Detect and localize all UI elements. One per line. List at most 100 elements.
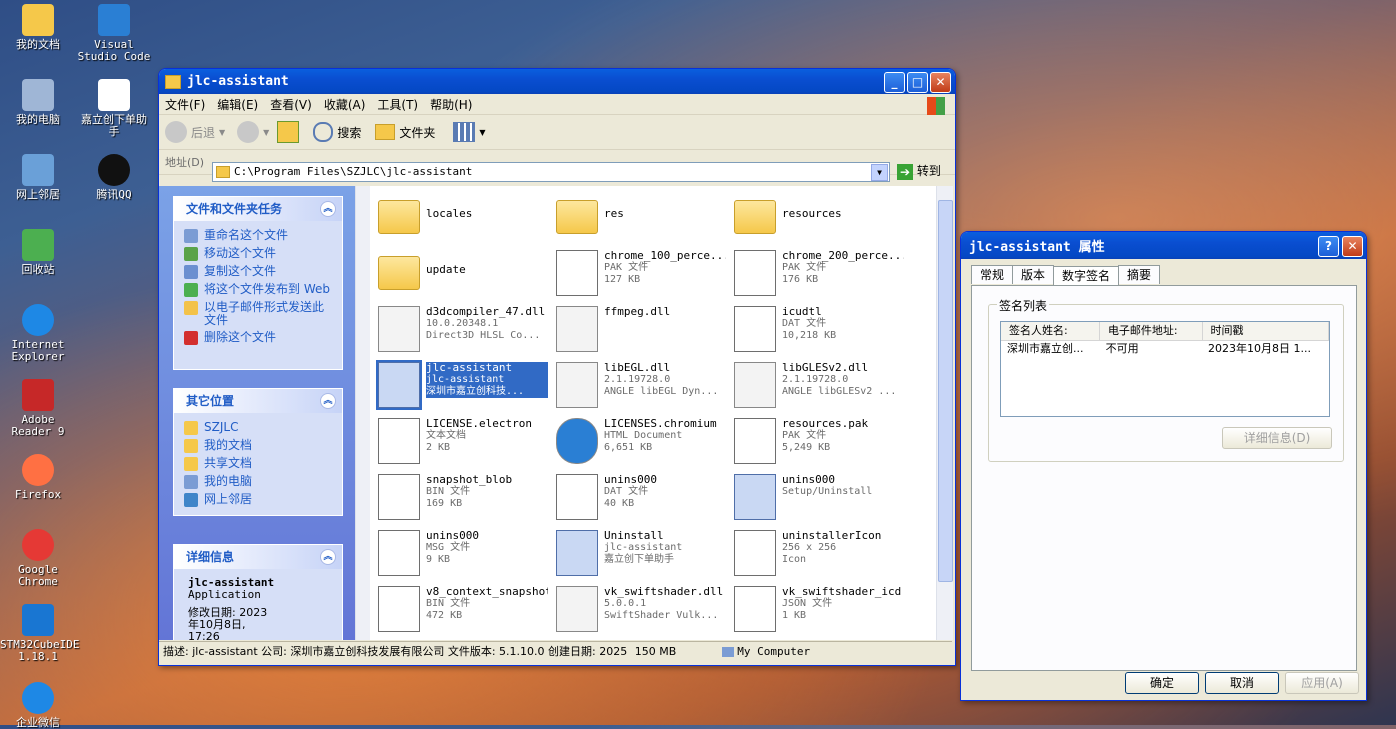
menu-item-3[interactable]: 收藏(A) bbox=[318, 96, 372, 113]
desktop-icon-firefox[interactable]: Firefox bbox=[0, 454, 76, 501]
tab-0[interactable]: 常规 bbox=[971, 265, 1014, 284]
file-item[interactable]: LICENSES.chromium HTML Document 6,651 KB bbox=[552, 412, 730, 464]
menu-item-1[interactable]: 编辑(E) bbox=[211, 96, 264, 113]
file-item[interactable]: res bbox=[552, 188, 730, 240]
scroll-thumb[interactable] bbox=[938, 200, 953, 582]
place-link-3[interactable]: 我的电脑 bbox=[174, 473, 342, 491]
ok-button[interactable]: 确定 bbox=[1125, 672, 1199, 694]
task-link-3[interactable]: 将这个文件发布到 Web bbox=[174, 281, 342, 299]
desktop-icon-vscode[interactable]: Visual Studio Code bbox=[76, 4, 152, 63]
forward-dropdown-icon[interactable]: ▼ bbox=[263, 128, 269, 137]
file-item[interactable]: icudtl DAT 文件 10,218 KB bbox=[730, 300, 908, 352]
file-item[interactable]: vk_swiftshader.dll 5.0.0.1 SwiftShader Vul… bbox=[552, 580, 730, 632]
task-link-0[interactable]: 重命名这个文件 bbox=[174, 227, 342, 245]
apply-button[interactable]: 应用(A) bbox=[1285, 672, 1359, 694]
back-dropdown-icon[interactable]: ▼ bbox=[219, 128, 225, 137]
properties-title-bar[interactable]: jlc-assistant 属性 ? ✕ bbox=[961, 232, 1366, 259]
folders-icon[interactable] bbox=[375, 124, 396, 140]
tab-1[interactable]: 版本 bbox=[1012, 265, 1055, 284]
desktop-icon-stm32cubeide[interactable]: STM32CubeIDE 1.18.1 bbox=[0, 604, 79, 663]
desktop-icon-wecom[interactable]: 企业微信 bbox=[0, 682, 76, 729]
desktop-icon-qq[interactable]: 腾讯QQ bbox=[76, 154, 152, 201]
task-link-2[interactable]: 复制这个文件 bbox=[174, 263, 342, 281]
signature-details-button[interactable]: 详细信息(D) bbox=[1222, 427, 1332, 449]
desktop-icon-internet-explorer[interactable]: Internet Explorer bbox=[0, 304, 76, 363]
file-item[interactable]: update bbox=[374, 244, 552, 296]
column-header[interactable]: 电子邮件地址: bbox=[1100, 322, 1203, 340]
search-button[interactable]: 搜索 bbox=[337, 124, 361, 141]
task-link-4[interactable]: 以电子邮件形式发送此文件 bbox=[174, 299, 342, 329]
file-item[interactable]: d3dcompiler_47.dll 10.0.20348.1 Direct3D H… bbox=[374, 300, 552, 352]
file-item[interactable]: unins000 MSG 文件 9 KB bbox=[374, 524, 552, 576]
menu-item-2[interactable]: 查看(V) bbox=[264, 96, 318, 113]
signature-list[interactable]: 签名人姓名: 电子邮件地址: 时间戳 深圳市嘉立创... 不可用 2023年10月8日 … bbox=[1000, 321, 1330, 417]
file-item[interactable]: resources bbox=[730, 188, 908, 240]
minimize-button[interactable]: _ bbox=[884, 72, 905, 93]
up-folder-icon[interactable] bbox=[277, 121, 300, 143]
task-pane-scrollbar[interactable] bbox=[355, 186, 370, 640]
file-item[interactable]: unins000 DAT 文件 40 KB bbox=[552, 468, 730, 520]
desktop-icon-my-computer[interactable]: 我的电脑 bbox=[0, 79, 76, 126]
explorer-title-bar[interactable]: jlc-assistant _ □ ✕ bbox=[159, 69, 955, 94]
address-dropdown-icon[interactable]: ▼ bbox=[871, 164, 888, 181]
maximize-button[interactable]: □ bbox=[907, 72, 928, 93]
details-header[interactable]: 详细信息 ︽ bbox=[174, 545, 342, 569]
file-item[interactable]: libGLESv2.dll 2.1.19728.0 ANGLE libGLESv2 … bbox=[730, 356, 908, 408]
folders-button[interactable]: 文件夹 bbox=[399, 124, 435, 141]
menu-item-4[interactable]: 工具(T) bbox=[371, 96, 424, 113]
file-item[interactable]: Uninstall jlc-assistant 嘉立创下单助手 bbox=[552, 524, 730, 576]
file-item[interactable]: chrome_100_perce... PAK 文件 127 KB bbox=[552, 244, 730, 296]
views-dropdown-icon[interactable]: ▼ bbox=[479, 128, 485, 137]
cancel-button[interactable]: 取消 bbox=[1205, 672, 1279, 694]
file-item[interactable]: uninstallerIcon 256 x 256 Icon bbox=[730, 524, 908, 576]
desktop-icon-recycle-bin[interactable]: 回收站 bbox=[0, 229, 76, 276]
back-arrow-icon[interactable] bbox=[165, 121, 187, 143]
desktop-icon-jlc-assistant-shortcut[interactable]: 嘉立创下单助手 bbox=[76, 79, 152, 138]
collapse-chevron-icon[interactable]: ︽ bbox=[320, 549, 336, 565]
application-icon bbox=[556, 530, 598, 576]
file-item[interactable]: jlc-assistant jlc-assistant 深圳市嘉立创科技... bbox=[374, 356, 552, 410]
file-name: resources.pak bbox=[782, 418, 869, 430]
search-icon[interactable] bbox=[313, 122, 334, 142]
go-button[interactable]: ➔ 转到 bbox=[897, 162, 941, 180]
file-item[interactable]: chrome_200_perce... PAK 文件 176 KB bbox=[730, 244, 908, 296]
file-list-scrollbar[interactable] bbox=[936, 186, 953, 640]
menu-item-0[interactable]: 文件(F) bbox=[159, 96, 211, 113]
file-item[interactable]: snapshot_blob BIN 文件 169 KB bbox=[374, 468, 552, 520]
tab-2[interactable]: 数字签名 bbox=[1053, 266, 1120, 287]
desktop-icon-google-chrome[interactable]: Google Chrome bbox=[0, 529, 76, 588]
file-item[interactable]: locales bbox=[374, 188, 552, 240]
place-link-4[interactable]: 网上邻居 bbox=[174, 491, 342, 509]
place-link-2[interactable]: 共享文档 bbox=[174, 455, 342, 473]
views-icon[interactable] bbox=[453, 122, 476, 142]
menu-item-5[interactable]: 帮助(H) bbox=[424, 96, 478, 113]
file-item[interactable]: ffmpeg.dll bbox=[552, 300, 730, 352]
file-tasks-header[interactable]: 文件和文件夹任务 ︽ bbox=[174, 197, 342, 221]
address-input[interactable]: C:\Program Files\SZJLC\jlc-assistant ▼ bbox=[212, 162, 890, 182]
tab-3[interactable]: 摘要 bbox=[1118, 265, 1161, 284]
column-header[interactable]: 时间戳 bbox=[1203, 322, 1330, 340]
collapse-chevron-icon[interactable]: ︽ bbox=[320, 393, 336, 409]
properties-close-button[interactable]: ✕ bbox=[1342, 236, 1363, 257]
back-button[interactable]: 后退 bbox=[191, 124, 215, 141]
place-link-1[interactable]: 我的文档 bbox=[174, 437, 342, 455]
file-item[interactable]: libEGL.dll 2.1.19728.0 ANGLE libEGL Dyn... bbox=[552, 356, 730, 408]
signature-row[interactable]: 深圳市嘉立创... 不可用 2023年10月8日 1... bbox=[1001, 341, 1329, 357]
task-link-5[interactable]: 删除这个文件 bbox=[174, 329, 342, 347]
other-places-header[interactable]: 其它位置 ︽ bbox=[174, 389, 342, 413]
file-item[interactable]: v8_context_snapshot BIN 文件 472 KB bbox=[374, 580, 552, 632]
desktop-icon-adobe-reader[interactable]: Adobe Reader 9 bbox=[0, 379, 76, 438]
collapse-chevron-icon[interactable]: ︽ bbox=[320, 201, 336, 217]
file-item[interactable]: vk_swiftshader_icd JSON 文件 1 KB bbox=[730, 580, 908, 632]
desktop-icon-network-places[interactable]: 网上邻居 bbox=[0, 154, 76, 201]
task-link-1[interactable]: 移动这个文件 bbox=[174, 245, 342, 263]
place-link-0[interactable]: SZJLC bbox=[174, 419, 342, 437]
file-item[interactable]: resources.pak PAK 文件 5,249 KB bbox=[730, 412, 908, 464]
forward-arrow-icon[interactable] bbox=[237, 121, 260, 143]
file-item[interactable]: unins000 Setup/Uninstall bbox=[730, 468, 908, 520]
desktop-icon-my-documents[interactable]: 我的文档 bbox=[0, 4, 76, 51]
close-button[interactable]: ✕ bbox=[930, 72, 951, 93]
help-button[interactable]: ? bbox=[1318, 236, 1339, 257]
column-header[interactable]: 签名人姓名: bbox=[1001, 322, 1100, 340]
file-item[interactable]: LICENSE.electron 文本文档 2 KB bbox=[374, 412, 552, 464]
